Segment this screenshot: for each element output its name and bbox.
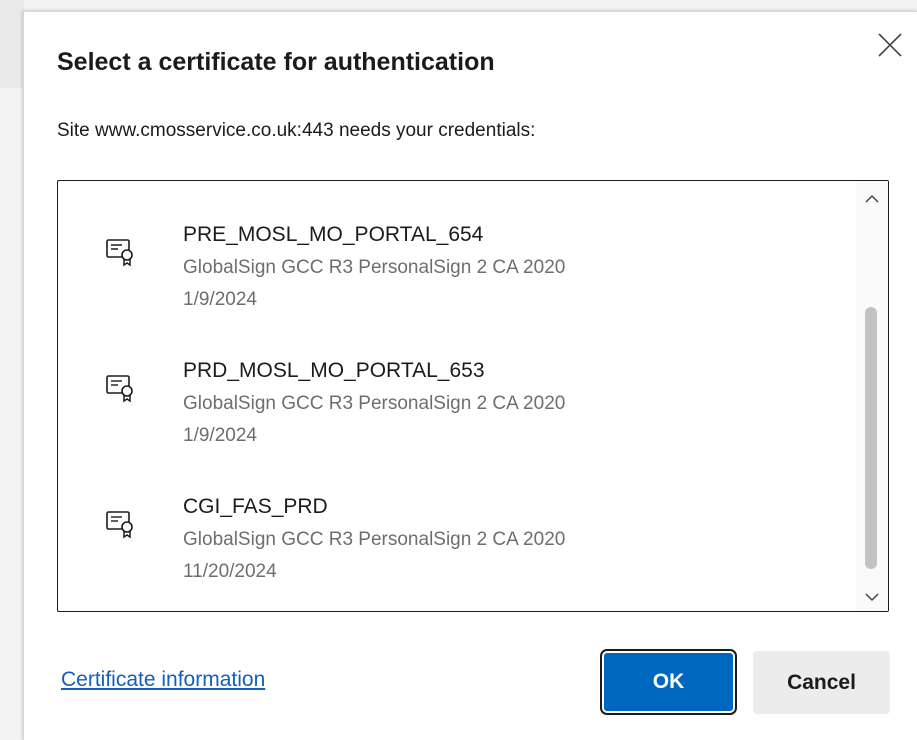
certificate-item[interactable]: PRE_MOSL_MO_PORTAL_654 GlobalSign GCC R3… <box>58 201 858 311</box>
chevron-up-icon <box>865 194 879 203</box>
dialog-title: Select a certificate for authentication <box>57 48 495 76</box>
scroll-thumb[interactable] <box>865 307 877 569</box>
certificate-icon <box>106 239 133 267</box>
close-button[interactable] <box>875 30 905 60</box>
certificate-issuer: GlobalSign GCC R3 PersonalSign 2 CA 2020 <box>183 529 566 550</box>
certificate-issuer: GlobalSign GCC R3 PersonalSign 2 CA 2020 <box>183 393 566 414</box>
certificate-date: 1/9/2024 <box>183 425 257 446</box>
certificate-list[interactable]: PRE_MOSL_MO_PORTAL_654 GlobalSign GCC R3… <box>57 180 889 612</box>
certificate-name: PRE_MOSL_MO_PORTAL_654 <box>183 223 484 246</box>
certificate-item[interactable]: CGI_FAS_PRD GlobalSign GCC R3 PersonalSi… <box>58 473 858 583</box>
certificate-issuer: GlobalSign GCC R3 PersonalSign 2 CA 2020 <box>183 257 566 278</box>
certificate-dialog: Select a certificate for authentication … <box>23 11 917 740</box>
certificate-name: PRD_MOSL_MO_PORTAL_653 <box>183 359 485 382</box>
ok-button[interactable]: OK <box>600 649 737 715</box>
certificate-information-link[interactable]: Certificate information <box>61 668 265 692</box>
certificate-name: CGI_FAS_PRD <box>183 495 328 518</box>
scroll-down-button[interactable] <box>856 583 888 611</box>
certificate-date: 11/20/2024 <box>183 561 277 582</box>
list-scrollbar[interactable] <box>856 181 888 611</box>
certificate-date: 1/9/2024 <box>183 289 257 310</box>
scroll-up-button[interactable] <box>856 185 888 213</box>
close-icon <box>878 33 902 57</box>
cancel-button[interactable]: Cancel <box>753 651 890 714</box>
certificate-icon <box>106 375 133 403</box>
certificate-item[interactable]: PRD_MOSL_MO_PORTAL_653 GlobalSign GCC R3… <box>58 337 858 447</box>
dialog-subtitle: Site www.cmosservice.co.uk:443 needs you… <box>57 120 536 141</box>
chevron-down-icon <box>865 593 879 602</box>
certificate-icon <box>106 511 133 539</box>
background-page-strip <box>0 0 24 88</box>
